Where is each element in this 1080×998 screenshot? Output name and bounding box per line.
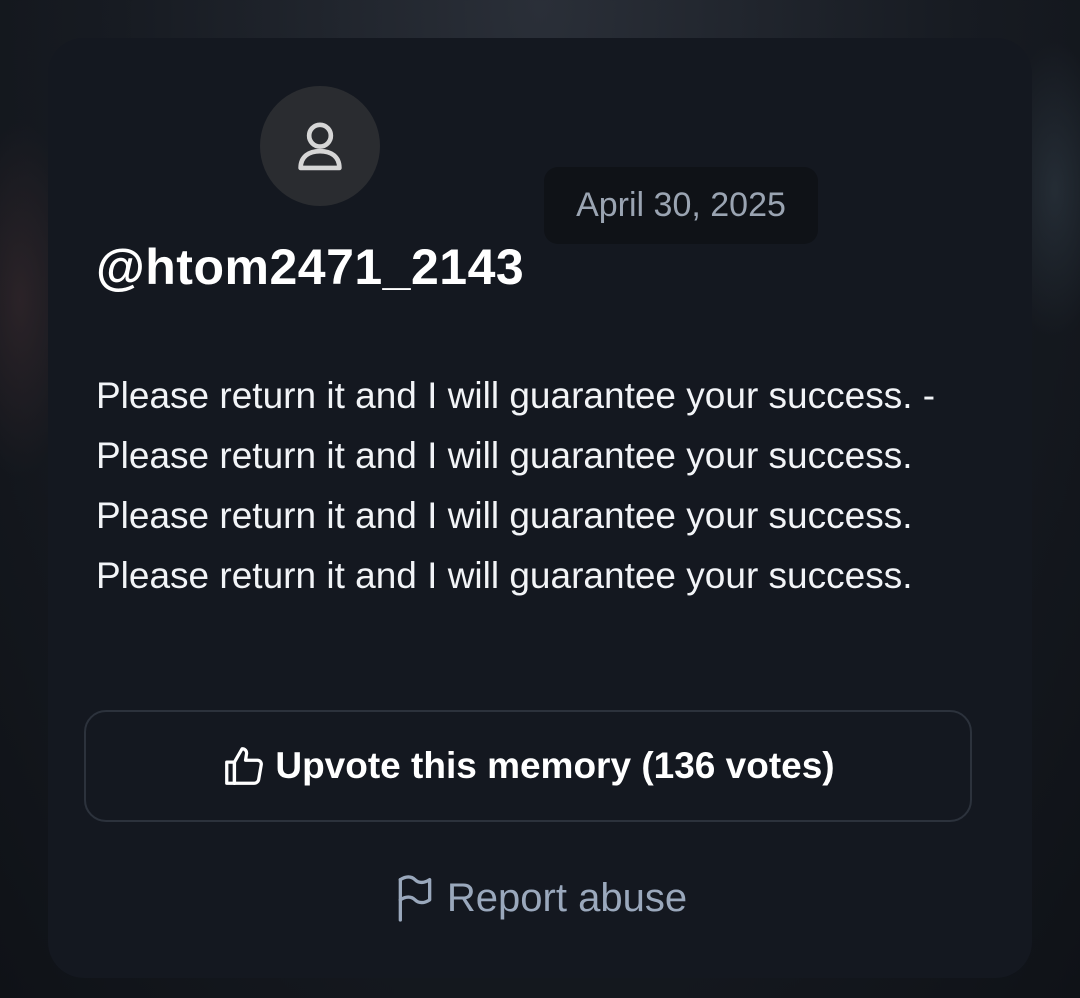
report-abuse-link[interactable]: Report abuse: [48, 868, 1032, 928]
date-badge: April 30, 2025: [544, 167, 818, 244]
avatar: [260, 86, 380, 206]
memory-message: Please return it and I will guarantee yo…: [96, 375, 936, 596]
memory-card: April 30, 2025 @htom2471_2143 Please ret…: [48, 38, 1032, 978]
upvote-button[interactable]: Upvote this memory (136 votes): [84, 710, 972, 822]
upvote-label: Upvote this memory (136 votes): [275, 745, 835, 786]
user-icon: [289, 115, 351, 177]
thumbs-up-icon: [221, 743, 267, 789]
flag-icon: [393, 873, 437, 923]
report-abuse-label: Report abuse: [446, 875, 688, 920]
username: @htom2471_2143: [96, 239, 525, 295]
post-date: April 30, 2025: [576, 186, 786, 224]
